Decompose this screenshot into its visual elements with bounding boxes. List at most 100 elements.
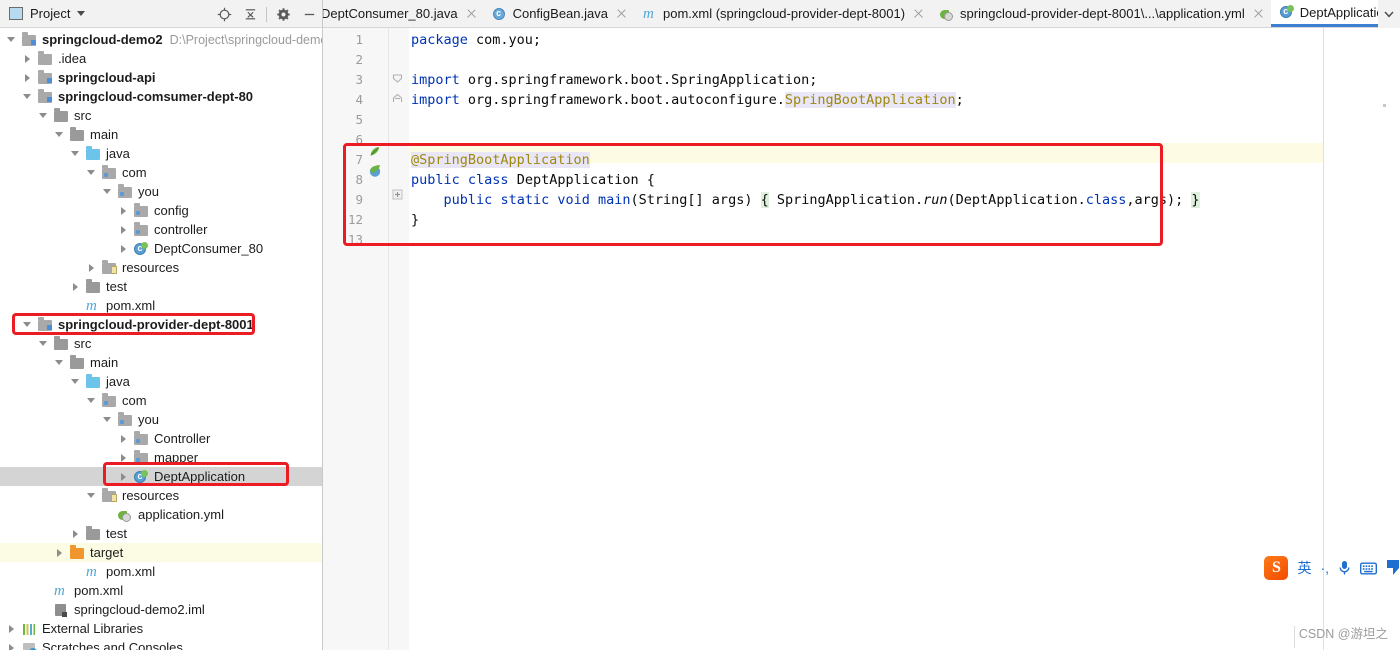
tree-row[interactable]: config	[0, 201, 322, 220]
project-tree[interactable]: springcloud-demo2 D:\Project\springcloud-…	[0, 28, 322, 650]
tree-collapse-arrow-icon[interactable]	[37, 106, 49, 125]
microphone-icon[interactable]	[1338, 560, 1351, 576]
tree-collapse-arrow-icon[interactable]	[69, 372, 81, 391]
fold-region-start-icon[interactable]	[392, 72, 403, 88]
tree-expand-arrow-icon[interactable]	[117, 429, 129, 448]
tree-row[interactable]: main	[0, 353, 322, 372]
tree-expand-arrow-icon[interactable]	[117, 239, 129, 258]
ime-mode-label[interactable]: 英	[1297, 558, 1311, 578]
tree-expand-arrow-icon[interactable]	[117, 448, 129, 467]
tree-row[interactable]: resources	[0, 486, 322, 505]
tree-row[interactable]: Controller	[0, 429, 322, 448]
tree-row[interactable]: springcloud-demo2.iml	[0, 600, 322, 619]
tree-row[interactable]: src	[0, 106, 322, 125]
tab-close-icon[interactable]	[616, 8, 627, 19]
settings-gear-icon[interactable]	[270, 1, 296, 27]
tree-row[interactable]: com	[0, 391, 322, 410]
tab-close-icon[interactable]	[913, 8, 924, 19]
tab-close-icon[interactable]	[1253, 8, 1264, 19]
chevron-down-icon[interactable]	[77, 11, 86, 16]
tree-row[interactable]: springcloud-comsumer-dept-80	[0, 87, 322, 106]
editor-gutter[interactable]: 1 2 3 4 5 6 7 8 9 12 13	[323, 28, 399, 650]
tree-row[interactable]: springcloud-provider-dept-8001	[0, 315, 322, 334]
ime-toolbar[interactable]: S 英 ·,	[1262, 552, 1400, 584]
locate-target-icon[interactable]	[211, 1, 237, 27]
tree-collapse-arrow-icon[interactable]	[85, 486, 97, 505]
tree-row[interactable]: you	[0, 182, 322, 201]
ime-punctuation-toggle[interactable]: ·,	[1320, 560, 1329, 576]
tree-collapse-arrow-icon[interactable]	[101, 410, 113, 429]
tree-row[interactable]: java	[0, 372, 322, 391]
tree-item-label: main	[90, 127, 119, 142]
keyboard-icon[interactable]	[1360, 562, 1377, 575]
tree-row[interactable]: src	[0, 334, 322, 353]
editor-tab[interactable]: DeptConsumer_80.java	[323, 0, 484, 27]
code-editor[interactable]: 1 2 3 4 5 6 7 8 9 12 13 package com.you; import org…	[323, 28, 1400, 650]
gutter-line-number: 13	[347, 232, 363, 247]
tree-collapse-arrow-icon[interactable]	[21, 315, 33, 334]
tree-collapse-arrow-icon[interactable]	[85, 391, 97, 410]
collapse-all-icon[interactable]	[237, 1, 263, 27]
tree-expand-arrow-icon[interactable]	[117, 220, 129, 239]
tree-row[interactable]: resources	[0, 258, 322, 277]
sogou-logo-icon[interactable]: S	[1264, 556, 1289, 580]
tree-row[interactable]: target	[0, 543, 322, 562]
tree-collapse-arrow-icon[interactable]	[53, 353, 65, 372]
tree-expand-arrow-icon[interactable]	[85, 258, 97, 277]
project-panel-title: Project	[30, 6, 71, 21]
editor-tab[interactable]: c ConfigBean.java	[483, 0, 634, 27]
tree-row[interactable]: c DeptConsumer_80	[0, 239, 322, 258]
editor-tab[interactable]: m pom.xml (springcloud-provider-dept-8001…	[633, 0, 932, 27]
tree-row[interactable]: External Libraries	[0, 619, 322, 638]
package-icon	[133, 222, 150, 238]
tree-row[interactable]: test	[0, 277, 322, 296]
toolbox-icon[interactable]	[1386, 560, 1400, 576]
tree-expand-arrow-icon[interactable]	[69, 524, 81, 543]
tree-row[interactable]: java	[0, 144, 322, 163]
tree-collapse-arrow-icon[interactable]	[85, 163, 97, 182]
tree-expand-arrow-icon[interactable]	[117, 201, 129, 220]
tree-collapse-arrow-icon[interactable]	[101, 182, 113, 201]
tree-row[interactable]: c DeptApplication	[0, 467, 322, 486]
tree-item-label: .idea	[58, 51, 87, 66]
tree-row[interactable]: .idea	[0, 49, 322, 68]
tree-row[interactable]: application.yml	[0, 505, 322, 524]
tree-row[interactable]: m pom.xml	[0, 581, 322, 600]
tree-row[interactable]: you	[0, 410, 322, 429]
expand-folded-code-icon[interactable]	[392, 188, 403, 204]
tree-row[interactable]: m pom.xml	[0, 562, 322, 581]
hide-panel-icon[interactable]	[296, 1, 322, 27]
tree-expand-arrow-icon[interactable]	[5, 638, 17, 650]
tab-overflow-chevron-down-icon[interactable]	[1378, 0, 1400, 28]
tree-row[interactable]: mapper	[0, 448, 322, 467]
tree-row[interactable]: main	[0, 125, 322, 144]
tree-collapse-arrow-icon[interactable]	[37, 334, 49, 353]
tree-row[interactable]: springcloud-demo2 D:\Project\springcloud-…	[0, 30, 322, 49]
tree-row[interactable]: springcloud-api	[0, 68, 322, 87]
tree-collapse-arrow-icon[interactable]	[5, 30, 17, 49]
tree-row[interactable]: com	[0, 163, 322, 182]
spring-bean-gutter-icon[interactable]	[369, 145, 382, 162]
editor-tabbar[interactable]: DeptConsumer_80.java c ConfigBean.java m pom…	[323, 0, 1400, 28]
tree-collapse-arrow-icon[interactable]	[69, 144, 81, 163]
tree-expand-arrow-icon[interactable]	[117, 467, 129, 486]
tree-row[interactable]: Scratches and Consoles	[0, 638, 322, 650]
tree-row[interactable]: m pom.xml	[0, 296, 322, 315]
tree-row[interactable]: test	[0, 524, 322, 543]
tree-expand-arrow-icon[interactable]	[69, 277, 81, 296]
spring-boot-gutter-icon[interactable]	[368, 164, 382, 182]
tree-item-label: springcloud-provider-dept-8001	[58, 317, 254, 332]
code-token: (DeptApplication.	[947, 192, 1086, 208]
tree-expand-arrow-icon[interactable]	[53, 543, 65, 562]
tree-expand-arrow-icon[interactable]	[21, 49, 33, 68]
editor-tab[interactable]: springcloud-provider-dept-8001\...\appli…	[931, 0, 1271, 27]
tree-collapse-arrow-icon[interactable]	[21, 87, 33, 106]
tree-expand-arrow-icon[interactable]	[5, 619, 17, 638]
tab-close-icon[interactable]	[466, 8, 477, 19]
code-folding-column[interactable]	[389, 28, 409, 650]
tree-item-label: pom.xml	[106, 564, 156, 579]
tree-collapse-arrow-icon[interactable]	[53, 125, 65, 144]
tree-row[interactable]: controller	[0, 220, 322, 239]
fold-region-end-icon[interactable]	[392, 92, 403, 108]
tree-expand-arrow-icon[interactable]	[21, 68, 33, 87]
